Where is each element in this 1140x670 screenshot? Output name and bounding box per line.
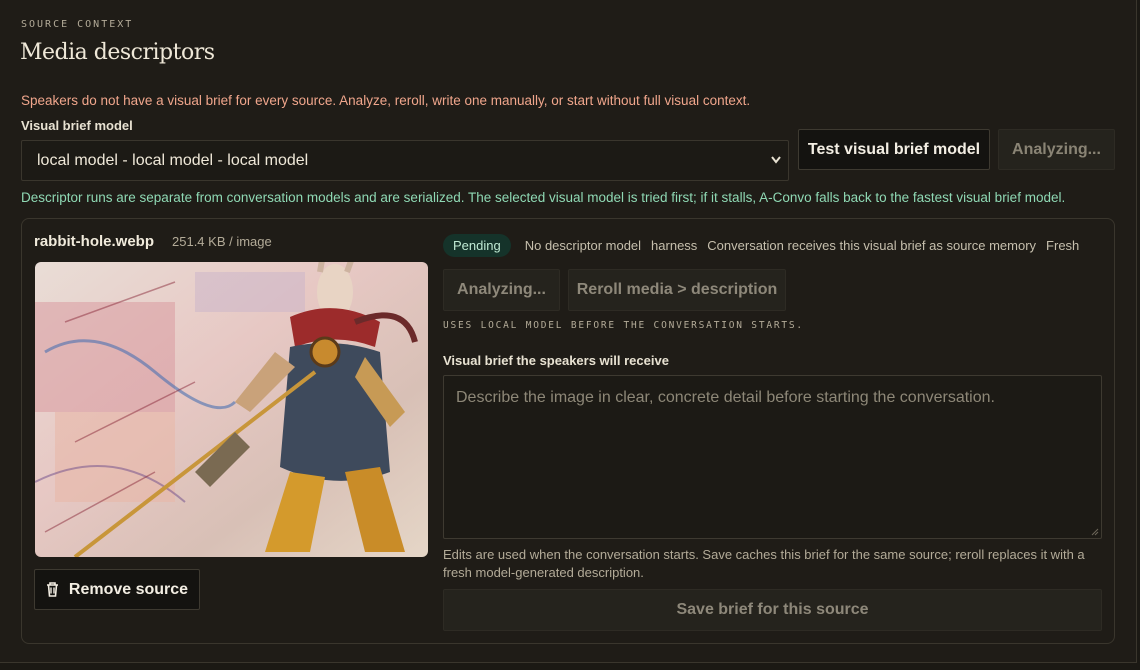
media-descriptors-panel: SOURCE CONTEXT Media descriptors Speaker… <box>0 0 1137 663</box>
remove-source-button[interactable]: Remove source <box>34 569 200 610</box>
visual-brief-model-label: Visual brief model <box>21 118 133 133</box>
source-filename: rabbit-hole.webp <box>34 233 154 250</box>
save-brief-button[interactable]: Save brief for this source <box>443 589 1102 631</box>
freshness-status: Fresh <box>1046 238 1080 253</box>
source-filesize: 251.4 KB / image <box>172 234 272 249</box>
source-image-thumbnail <box>35 262 428 557</box>
visual-brief-label: Visual brief the speakers will receive <box>443 353 669 368</box>
rabbit-painting-image <box>35 262 428 557</box>
test-visual-brief-model-button[interactable]: Test visual brief model <box>798 129 990 170</box>
visual-brief-model-select[interactable]: local model - local model - local model <box>21 140 789 181</box>
section-eyebrow: SOURCE CONTEXT <box>21 19 134 30</box>
descriptor-info-note: Descriptor runs are separate from conver… <box>21 190 1066 205</box>
visual-brief-textarea[interactable]: Describe the image in clear, concrete de… <box>443 375 1102 539</box>
descriptor-model-status: No descriptor model <box>524 238 642 253</box>
selected-model-value: local model - local model - local model <box>37 152 309 169</box>
status-badge: Pending <box>443 234 511 257</box>
analyzing-source-button[interactable]: Analyzing... <box>443 269 560 311</box>
missing-brief-warning: Speakers do not have a visual brief for … <box>21 93 751 108</box>
brief-placeholder: Describe the image in clear, concrete de… <box>456 389 995 406</box>
harness-status: harness <box>651 238 698 253</box>
source-memory-status: Conversation receives this visual brief … <box>707 238 1037 253</box>
page-title: Media descriptors <box>20 40 215 65</box>
chevron-down-icon <box>771 156 781 164</box>
trash-icon <box>46 582 58 597</box>
reroll-description-button[interactable]: Reroll media > description <box>568 269 786 311</box>
remove-source-label: Remove source <box>68 580 189 598</box>
edits-help-note: Edits are used when the conversation sta… <box>443 547 1085 580</box>
source-status-row: Pending No descriptor model harness Conv… <box>443 234 1081 257</box>
local-model-note: USES LOCAL MODEL BEFORE THE CONVERSATION… <box>443 320 804 331</box>
resize-handle-icon[interactable] <box>1091 528 1099 536</box>
analyzing-model-button[interactable]: Analyzing... <box>998 129 1115 170</box>
